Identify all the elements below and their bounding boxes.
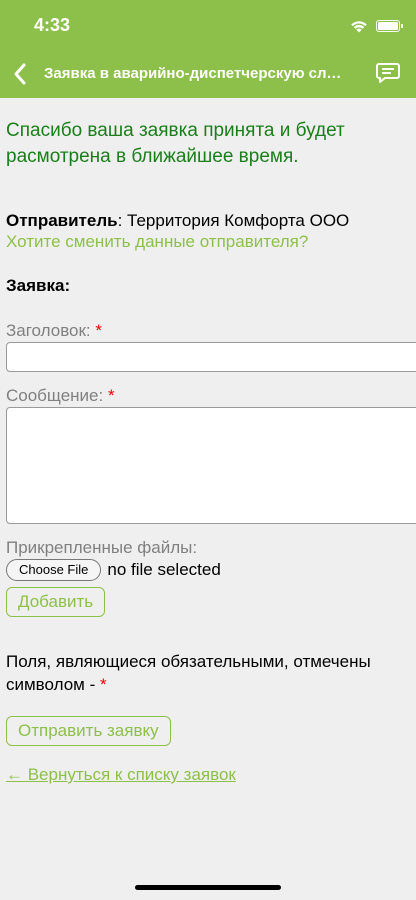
file-row: Choose File no file selected [6, 559, 221, 581]
message-textarea[interactable] [6, 407, 416, 524]
back-button[interactable] [8, 58, 32, 90]
sender-line: Отправитель: Территория Комфорта ООО [6, 210, 349, 232]
back-to-list-link[interactable]: ← Вернуться к списку заявок [6, 765, 236, 785]
title-input[interactable] [6, 342, 416, 372]
chevron-left-icon [14, 63, 26, 85]
header: 4:33 Заявка в аварийно-диспетчерскую слу… [0, 0, 416, 98]
required-mark: * [95, 321, 103, 340]
nav-title: Заявка в аварийно-диспетчерскую службу [44, 65, 344, 82]
add-file-button[interactable]: Добавить [6, 587, 106, 617]
status-icons [350, 16, 403, 36]
success-message: Спасибо ваша заявка принята и будет расм… [6, 120, 345, 167]
required-mark: * [99, 675, 107, 694]
status-time: 4:33 [34, 15, 71, 35]
chat-icon[interactable] [376, 62, 400, 84]
sender-value: Территория Комфорта ООО [127, 211, 350, 230]
no-file-text: no file selected [107, 560, 221, 579]
choose-file-button[interactable]: Choose File [6, 559, 102, 581]
wifi-icon [351, 21, 367, 33]
attachments-label: Прикрепленные файлы: [6, 538, 198, 557]
sender-label: Отправитель [6, 211, 118, 230]
sender-separator: : [117, 211, 128, 230]
home-indicator [135, 885, 281, 890]
title-label: Заголовок: * [6, 321, 102, 341]
message-label-text: Сообщение: [6, 386, 104, 405]
submit-button[interactable]: Отправить заявку [6, 716, 171, 746]
required-note: Поля, являющиеся обязательными, отмечены… [6, 650, 406, 696]
title-label-text: Заголовок: [6, 321, 91, 340]
battery-icon [376, 20, 403, 32]
required-note-text: Поля, являющиеся обязательными, отмечены… [6, 652, 371, 694]
change-sender-link[interactable]: Хотите сменить данные отправителя? [6, 232, 308, 252]
required-mark: * [107, 386, 115, 405]
section-title: Заявка: [6, 276, 71, 295]
message-label: Сообщение: * [6, 386, 115, 406]
